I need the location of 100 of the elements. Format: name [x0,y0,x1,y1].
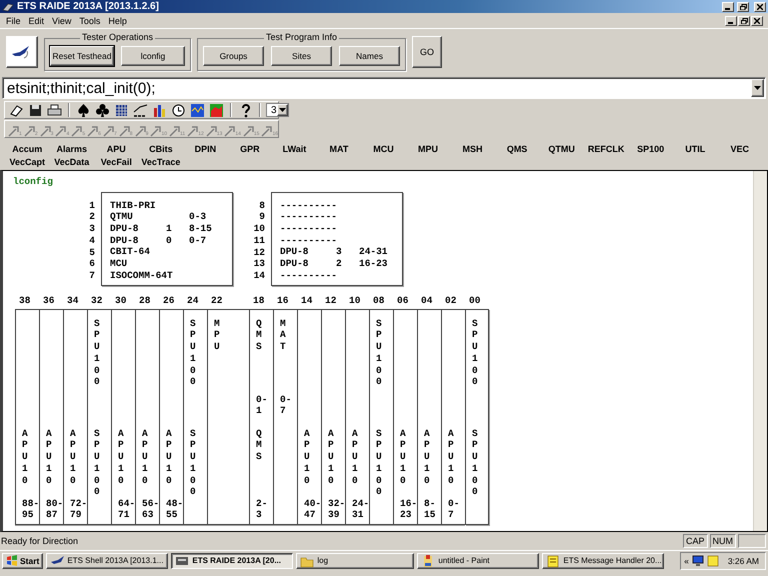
menu-item[interactable]: Tools [75,16,104,26]
close-button[interactable] [751,16,763,26]
logo-button[interactable] [6,36,38,68]
toolbar-button[interactable] [132,102,149,118]
module-label: APU10 [424,428,430,486]
module-tab[interactable]: APU [106,144,126,154]
module-name: ---------- [280,211,338,224]
taskbar-button[interactable]: ETS RAIDE 2013A [20... [171,552,294,568]
console-heading: lconfig [13,176,54,188]
module-tab[interactable]: VecFail [100,157,132,167]
menu-item[interactable]: Help [104,16,131,26]
module-tab[interactable]: SP100 [637,144,664,154]
toolbar-button[interactable]: Reset Testhead [50,46,114,66]
module-tab[interactable]: MCU [373,144,394,154]
start-button[interactable]: Start [2,552,44,568]
toolbar-button[interactable]: Names [339,46,400,66]
signal-chart-icon [209,102,224,118]
tray-chevron[interactable]: « [684,556,689,566]
toolbar-button[interactable] [46,102,63,118]
module-tab[interactable]: VecTrace [141,157,180,167]
toolbar-button[interactable] [94,102,111,118]
module-tab[interactable]: VEC [730,144,749,154]
channel-range: 0-7 [280,394,292,418]
minimize-button[interactable] [722,2,734,12]
module-tab[interactable]: MAT [330,144,348,154]
toolbar-button[interactable]: lconfig [121,46,185,66]
module-tab[interactable]: GPR [240,144,260,154]
probe-icon [150,125,162,137]
windows-icon [6,555,18,566]
dropdown-button[interactable] [276,104,288,116]
module-tab[interactable]: Alarms [56,144,88,154]
close-button[interactable] [754,2,766,12]
module-label: SPU100 [376,318,382,388]
probe-icon [40,125,51,137]
slot-number: 04 [420,294,434,308]
key-indicator: NUM [710,534,736,548]
toolbar-button[interactable] [170,102,187,118]
go-button[interactable]: GO [412,36,442,68]
status-message: Ready for Direction [1,536,78,546]
toolbar-button[interactable]: Sites [271,46,332,66]
grid-icon [114,102,129,118]
slot-number: 02 [444,294,458,308]
menu-item[interactable]: File [2,16,25,26]
group-title: Tester Operations [80,32,156,42]
module-tab[interactable]: MPU [418,144,438,154]
unit-number: 3 [336,246,343,258]
module-label: APU10 [448,428,454,486]
minimize-button[interactable] [725,16,737,26]
channel-range: 88-95 [22,498,40,522]
status-panel [738,534,766,548]
unit-number: 2 [336,258,343,270]
channel-range: 40-47 [304,498,322,522]
app-icon [2,2,14,12]
maximize-button[interactable] [737,2,749,12]
module-tab[interactable]: VecData [54,157,90,167]
module-label: QMS [256,428,262,463]
channel-range: 24-31 [359,246,389,258]
toolbar-button[interactable] [8,102,25,118]
unit-number: 1 [166,223,173,235]
module-name: DPU-8 [280,258,310,270]
channel-range: 72-79 [70,498,88,522]
module-tab[interactable]: QTMU [548,144,575,154]
menu-item[interactable]: Edit [24,16,48,26]
taskbar-button[interactable]: ETS Message Handler 20... [542,552,664,568]
slot-number: 08 [372,294,386,308]
module-tab[interactable]: Accum [12,144,42,154]
count-select[interactable]: 3 [266,103,289,117]
maximize-button[interactable] [738,16,750,26]
channel-range: 0-3 [189,211,208,224]
toolbar-button[interactable]: Groups [203,46,264,66]
module-name: THIB-PRI [110,200,157,212]
menu-item[interactable]: View [48,16,76,26]
probe-icon [71,125,82,137]
probe-icon [242,125,254,137]
module-label: MAT [280,318,286,353]
module-tab[interactable]: REFCLK [588,144,624,154]
slot-number: 22 [210,294,224,308]
toolbar-button[interactable] [113,102,130,118]
spade-icon [76,102,91,118]
monitor-icon[interactable] [692,554,704,566]
toolbar-button[interactable] [27,102,44,118]
probe-icon [169,125,180,137]
slot-number: 12 [324,294,338,308]
caret-icon [278,108,286,112]
module-tab[interactable]: DPIN [194,144,216,154]
taskbar-button[interactable]: ETS Shell 2013A [2013.1... [46,552,168,568]
module-tab[interactable]: CBits [149,144,173,154]
module-tab[interactable]: LWait [282,144,306,154]
scrollbar[interactable] [753,171,767,531]
slot-number: 28 [138,294,152,308]
channel-range: 16-23 [400,498,418,522]
module-tab[interactable]: QMS [506,144,528,154]
channel-range: 64-71 [118,498,136,522]
dropdown-button[interactable] [751,79,764,97]
module-tab[interactable]: VecCapt [9,157,46,167]
taskbar-button[interactable]: untitled - Paint [417,552,540,568]
slot-number: 32 [90,294,104,308]
module-tab[interactable]: MSH [462,144,483,154]
module-tab[interactable]: UTIL [685,144,706,154]
taskbar-button[interactable]: log [296,552,414,568]
